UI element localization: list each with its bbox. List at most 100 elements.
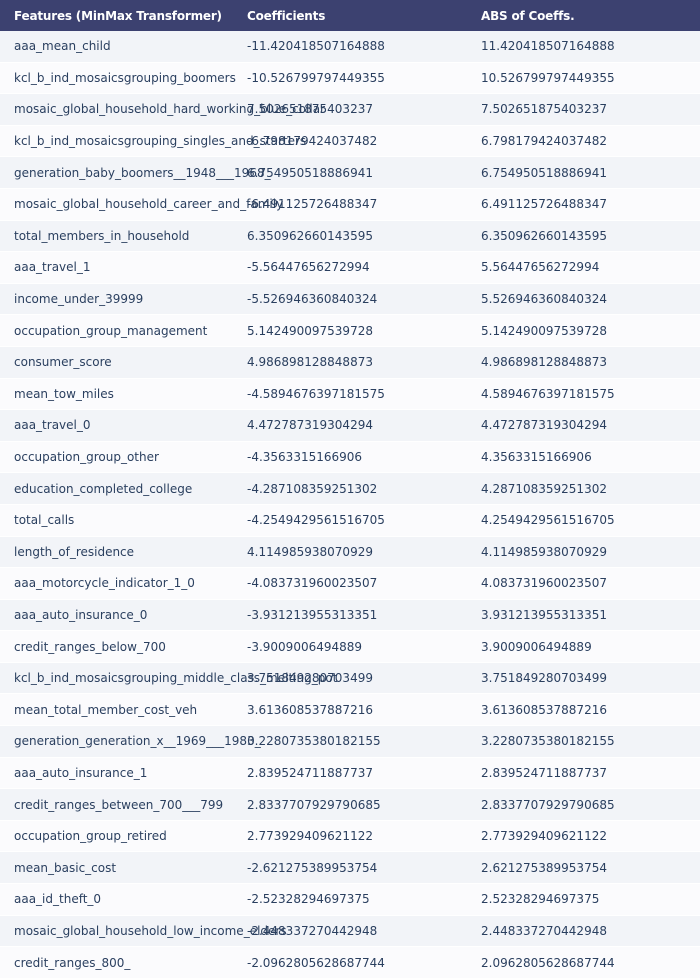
table-row: occupation_group_retired 2.77392940962112… <box>0 820 700 853</box>
table-row: mosaic_global_household_low_income_elder… <box>0 915 700 948</box>
coefficient-cell: -5.526946360840324 <box>247 292 378 307</box>
feature-cell: occupation_group_management <box>14 323 208 338</box>
coefficient-cell: -3.9009006494889 <box>247 639 363 654</box>
abs-coeff-cell: 10.526799797449355 <box>481 70 615 85</box>
coefficient-cell: 6.350962660143595 <box>247 228 373 243</box>
feature-cell: mosaic_global_household_career_and_famil… <box>14 197 284 212</box>
abs-coeff-cell: 2.0962805628687744 <box>481 955 615 970</box>
abs-coeff-cell: 6.754950518886941 <box>481 165 607 180</box>
table-row: generation_generation_x__1969___1980_ 3.2… <box>0 726 700 758</box>
feature-cell: credit_ranges_between_700___799 <box>14 797 224 812</box>
table-row: occupation_group_management 5.14249009753… <box>0 315 700 347</box>
abs-coeff-cell: 7.502651875403237 <box>481 102 607 117</box>
feature-cell: education_completed_college <box>14 481 193 496</box>
feature-cell: credit_ranges_below_700 <box>14 639 166 654</box>
table-body: aaa_mean_child -11.420418507164888 11.4204… <box>0 31 700 979</box>
feature-cell: aaa_travel_0 <box>14 418 91 433</box>
abs-coeff-cell: 3.9009006494889 <box>481 639 592 654</box>
table-row: occupation_group_other -4.3563315166906 4.… <box>0 441 700 474</box>
header-features[interactable]: Features (MinMax Transformer) <box>0 9 233 23</box>
abs-coeff-cell: 2.448337270442948 <box>481 923 607 938</box>
table-row: consumer_score 4.986898128848873 4.9868981… <box>0 346 700 379</box>
coefficient-cell: 2.8337707929790685 <box>247 797 381 812</box>
header-abs-coeffs[interactable]: ABS of Coeffs. <box>467 9 700 23</box>
coefficient-cell: -2.52328294697375 <box>247 892 370 907</box>
abs-coeff-cell: 4.114985938070929 <box>481 544 607 559</box>
feature-cell: aaa_auto_insurance_0 <box>14 607 148 622</box>
table-row: kcl_b_ind_mosaicsgrouping_boomers -10.526… <box>0 62 700 95</box>
abs-coeff-cell: 5.142490097539728 <box>481 323 607 338</box>
table-row: education_completed_college -4.2871083592… <box>0 473 700 505</box>
abs-coeff-cell: 4.472787319304294 <box>481 418 607 433</box>
feature-cell: credit_ranges_800_ <box>14 955 131 970</box>
coefficient-cell: -4.287108359251302 <box>247 481 378 496</box>
coefficient-cell: 2.839524711887737 <box>247 765 373 780</box>
feature-cell: mosaic_global_household_low_income_elder… <box>14 923 287 938</box>
feature-cell: consumer_score <box>14 355 112 370</box>
table-row: aaa_mean_child -11.420418507164888 11.4204… <box>0 31 700 63</box>
feature-cell: aaa_motorcycle_indicator_1_0 <box>14 576 195 591</box>
coefficient-cell: 4.472787319304294 <box>247 418 373 433</box>
coefficients-table: Features (MinMax Transformer) Coefficien… <box>0 0 700 979</box>
feature-cell: aaa_travel_1 <box>14 260 91 275</box>
coefficient-cell: -5.56447656272994 <box>247 260 370 275</box>
feature-cell: kcl_b_ind_mosaicsgrouping_singles_and_st… <box>14 134 307 149</box>
coefficient-cell: 4.986898128848873 <box>247 355 373 370</box>
table-row: total_calls -4.2549429561516705 4.25494295… <box>0 504 700 537</box>
feature-cell: kcl_b_ind_mosaicsgrouping_middle_class_m… <box>14 671 338 686</box>
table-row: credit_ranges_between_700___799 2.8337707… <box>0 789 700 821</box>
table-row: income_under_39999 -5.526946360840324 5.52… <box>0 283 700 316</box>
coefficient-cell: -4.083731960023507 <box>247 576 378 591</box>
coefficient-cell: -2.448337270442948 <box>247 923 378 938</box>
abs-coeff-cell: 6.491125726488347 <box>481 197 607 212</box>
table-row: mosaic_global_household_hard_working_blu… <box>0 94 700 126</box>
feature-cell: occupation_group_other <box>14 450 159 465</box>
table-row: kcl_b_ind_mosaicsgrouping_singles_and_st… <box>0 125 700 158</box>
feature-cell: occupation_group_retired <box>14 829 167 844</box>
coefficient-cell: -4.2549429561516705 <box>247 513 385 528</box>
coefficient-cell: 6.754950518886941 <box>247 165 373 180</box>
table-row: mosaic_global_household_career_and_famil… <box>0 188 700 221</box>
table-row: aaa_auto_insurance_0 -3.931213955313351 3.… <box>0 599 700 632</box>
coefficient-cell: -4.3563315166906 <box>247 450 363 465</box>
feature-cell: total_members_in_household <box>14 228 190 243</box>
feature-cell: mean_total_member_cost_veh <box>14 702 198 717</box>
abs-coeff-cell: 11.420418507164888 <box>481 39 615 54</box>
feature-cell: aaa_id_theft_0 <box>14 892 102 907</box>
abs-coeff-cell: 3.931213955313351 <box>481 607 607 622</box>
table-row: aaa_travel_1 -5.56447656272994 5.564476562… <box>0 252 700 284</box>
abs-coeff-cell: 2.52328294697375 <box>481 892 600 907</box>
coefficient-cell: -6.491125726488347 <box>247 197 378 212</box>
table-row: aaa_motorcycle_indicator_1_0 -4.083731960… <box>0 568 700 600</box>
abs-coeff-cell: 5.526946360840324 <box>481 292 607 307</box>
abs-coeff-cell: 5.56447656272994 <box>481 260 600 275</box>
abs-coeff-cell: 3.613608537887216 <box>481 702 607 717</box>
table-row: aaa_id_theft_0 -2.52328294697375 2.5232829… <box>0 884 700 916</box>
table-row: generation_baby_boomers__1948___1968_ 6.7… <box>0 157 700 189</box>
table-row: mean_basic_cost -2.621275389953754 2.62127… <box>0 852 700 885</box>
table-row: credit_ranges_800_ -2.0962805628687744 2.0… <box>0 947 700 979</box>
abs-coeff-cell: 4.3563315166906 <box>481 450 592 465</box>
coefficient-cell: -2.621275389953754 <box>247 860 378 875</box>
table-row: length_of_residence 4.114985938070929 4.11… <box>0 536 700 569</box>
table-row: mean_tow_miles -4.5894676397181575 4.58946… <box>0 378 700 411</box>
abs-coeff-cell: 4.986898128848873 <box>481 355 607 370</box>
abs-coeff-cell: 2.839524711887737 <box>481 765 607 780</box>
abs-coeff-cell: 2.8337707929790685 <box>481 797 615 812</box>
abs-coeff-cell: 4.083731960023507 <box>481 576 607 591</box>
table-row: credit_ranges_below_700 -3.9009006494889 3… <box>0 631 700 663</box>
coefficient-cell: 5.142490097539728 <box>247 323 373 338</box>
coefficient-cell: 2.773929409621122 <box>247 829 373 844</box>
abs-coeff-cell: 3.751849280703499 <box>481 671 607 686</box>
table-header: Features (MinMax Transformer) Coefficien… <box>0 0 700 31</box>
abs-coeff-cell: 4.5894676397181575 <box>481 386 615 401</box>
coefficient-cell: 4.114985938070929 <box>247 544 373 559</box>
table-row: aaa_travel_0 4.472787319304294 4.472787319… <box>0 410 700 442</box>
table-row: mean_total_member_cost_veh 3.613608537887… <box>0 694 700 727</box>
abs-coeff-cell: 2.621275389953754 <box>481 860 607 875</box>
header-coefficients[interactable]: Coefficients <box>233 9 467 23</box>
abs-coeff-cell: 6.798179424037482 <box>481 134 607 149</box>
abs-coeff-cell: 4.287108359251302 <box>481 481 607 496</box>
coefficient-cell: 3.613608537887216 <box>247 702 373 717</box>
coefficient-cell: 3.751849280703499 <box>247 671 373 686</box>
